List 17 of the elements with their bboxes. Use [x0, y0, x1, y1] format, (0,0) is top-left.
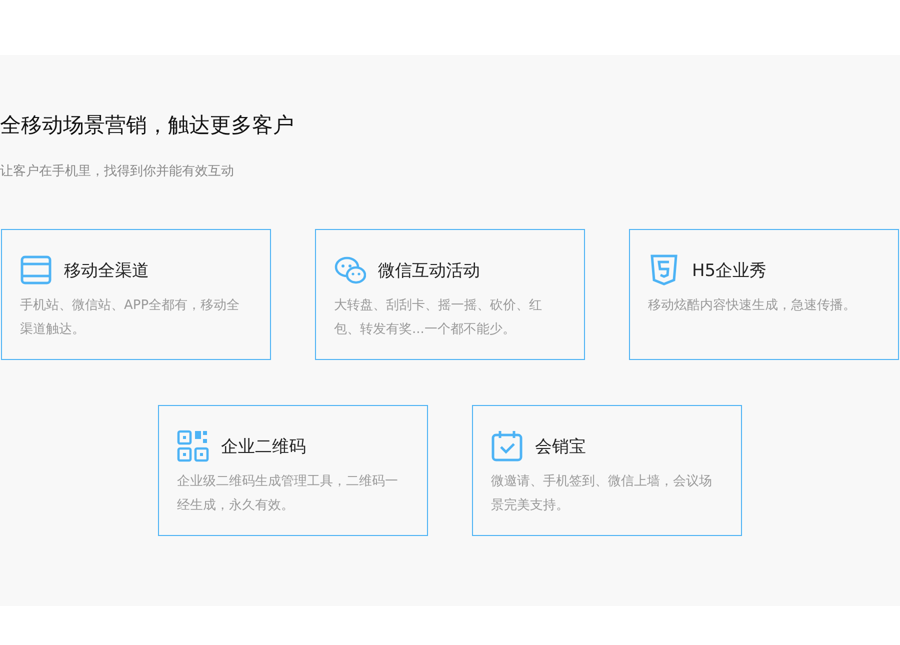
section-subheading: 让客户在手机里，找得到你并能有效互动 — [0, 163, 235, 181]
card-title: 企业二维码 — [221, 436, 306, 458]
browser-window-icon — [20, 254, 52, 286]
card-description: 手机站、微信站、APP全都有，移动全渠道触达。 — [20, 297, 241, 339]
html5-shield-icon — [648, 254, 680, 286]
card-description: 微邀请、手机签到、微信上墙，会议场景完美支持。 — [491, 473, 713, 515]
calendar-check-icon — [491, 430, 523, 462]
card-title: H5企业秀 — [692, 260, 767, 282]
card-description: 企业级二维码生成管理工具，二维码一经生成，永久有效。 — [177, 473, 399, 515]
section-heading: 全移动场景营销，触达更多客户 — [0, 112, 295, 139]
card-title: 微信互动活动 — [378, 260, 480, 282]
qr-code-icon — [177, 430, 209, 462]
chat-bubbles-icon — [334, 254, 366, 286]
card-title: 移动全渠道 — [64, 260, 149, 282]
card-description: 大转盘、刮刮卡、摇一摇、砍价、红包、转发有奖...一个都不能少。 — [334, 297, 543, 339]
card-description: 移动炫酷内容快速生成，急速传播。 — [648, 297, 857, 315]
card-title: 会销宝 — [535, 436, 586, 458]
